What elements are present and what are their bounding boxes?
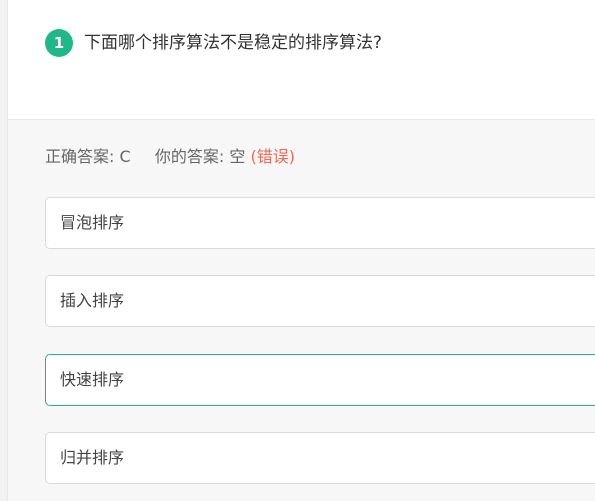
answer-status: (错误) — [250, 147, 295, 166]
answer-summary: 正确答案: C 你的答案: 空 (错误) — [45, 145, 295, 169]
answer-panel: 正确答案: C 你的答案: 空 (错误) 冒泡排序 插入排序 快速排序 归并排序 — [8, 120, 595, 501]
correct-answer-value: C — [119, 147, 131, 166]
question-number-badge: 1 — [45, 29, 73, 57]
option-b-label: 插入排序 — [60, 291, 125, 310]
correct-answer-label: 正确答案: — [45, 147, 115, 166]
option-c-label: 快速排序 — [60, 370, 125, 389]
question-text: 下面哪个排序算法不是稳定的排序算法? — [84, 33, 383, 53]
question-header: 1 下面哪个排序算法不是稳定的排序算法? — [8, 0, 595, 120]
your-answer-label: 你的答案: — [154, 147, 225, 166]
option-a[interactable]: 冒泡排序 — [45, 197, 595, 249]
option-d[interactable]: 归并排序 — [45, 432, 595, 484]
option-a-label: 冒泡排序 — [60, 213, 125, 232]
option-c[interactable]: 快速排序 — [45, 354, 595, 406]
your-answer-value: 空 — [229, 147, 246, 166]
option-b[interactable]: 插入排序 — [45, 275, 595, 327]
quiz-page: 1 下面哪个排序算法不是稳定的排序算法? 正确答案: C 你的答案: 空 (错误… — [0, 0, 595, 501]
left-rail — [0, 0, 8, 501]
option-d-label: 归并排序 — [60, 448, 125, 467]
